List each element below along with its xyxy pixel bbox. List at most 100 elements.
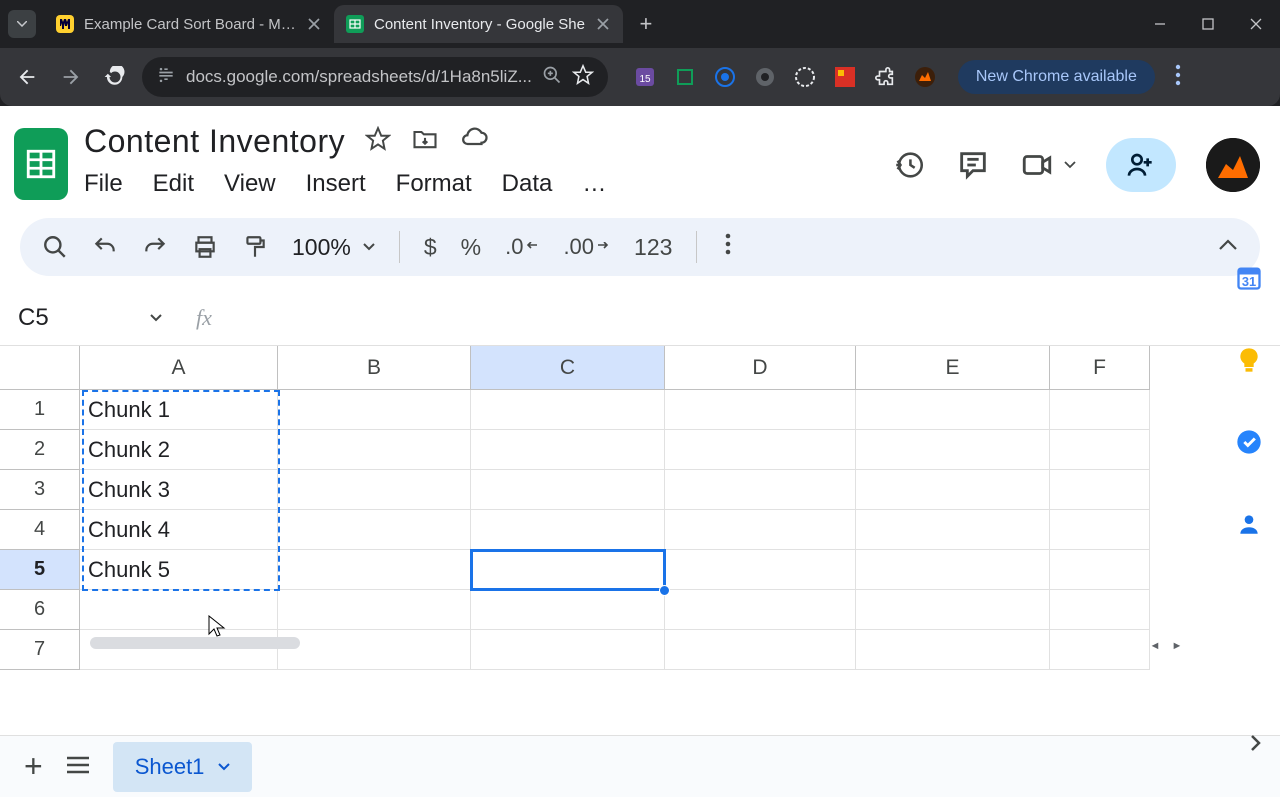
menu-edit[interactable]: Edit bbox=[153, 170, 194, 198]
cell-D4[interactable] bbox=[665, 510, 856, 550]
comments-icon[interactable] bbox=[956, 148, 990, 182]
print-icon[interactable] bbox=[192, 234, 218, 260]
cell-E3[interactable] bbox=[856, 470, 1050, 510]
cell-B2[interactable] bbox=[278, 430, 471, 470]
scroll-left-button[interactable]: ◄ bbox=[1146, 637, 1164, 655]
redo-icon[interactable] bbox=[142, 234, 168, 260]
cell-A1[interactable]: Chunk 1 bbox=[80, 390, 278, 430]
extension-icon[interactable]: 15 bbox=[632, 64, 658, 90]
menu-data[interactable]: Data bbox=[502, 170, 553, 198]
cell-A4[interactable]: Chunk 4 bbox=[80, 510, 278, 550]
forward-button[interactable] bbox=[54, 60, 88, 94]
account-avatar[interactable] bbox=[1206, 138, 1260, 192]
close-button[interactable] bbox=[1232, 3, 1280, 45]
row-header[interactable]: 6 bbox=[0, 590, 80, 630]
omnibox[interactable]: docs.google.com/spreadsheets/d/1Ha8n5liZ… bbox=[142, 57, 608, 97]
column-header-D[interactable]: D bbox=[665, 346, 856, 390]
extensions-menu-icon[interactable] bbox=[872, 64, 898, 90]
cell-B4[interactable] bbox=[278, 510, 471, 550]
cell-D6[interactable] bbox=[665, 590, 856, 630]
cell-E6[interactable] bbox=[856, 590, 1050, 630]
row-header[interactable]: 3 bbox=[0, 470, 80, 510]
cell-F4[interactable] bbox=[1050, 510, 1150, 550]
extension-icon[interactable] bbox=[712, 64, 738, 90]
cell-F5[interactable] bbox=[1050, 550, 1150, 590]
site-info-icon[interactable] bbox=[156, 65, 176, 90]
tab-close-icon[interactable] bbox=[306, 16, 322, 32]
cell-E1[interactable] bbox=[856, 390, 1050, 430]
browser-tab-miro[interactable]: Example Card Sort Board - Miro bbox=[44, 5, 334, 43]
contacts-icon[interactable] bbox=[1234, 509, 1264, 539]
bookmark-icon[interactable] bbox=[572, 64, 594, 91]
history-icon[interactable] bbox=[892, 148, 926, 182]
cell-D5[interactable] bbox=[665, 550, 856, 590]
toolbar-more-button[interactable] bbox=[725, 232, 731, 262]
share-button[interactable] bbox=[1106, 138, 1176, 192]
cell-E4[interactable] bbox=[856, 510, 1050, 550]
row-header[interactable]: 4 bbox=[0, 510, 80, 550]
cell-C6[interactable] bbox=[471, 590, 665, 630]
tasks-icon[interactable] bbox=[1234, 427, 1264, 457]
meet-button[interactable] bbox=[1020, 148, 1076, 182]
decrease-decimal-button[interactable]: .0 bbox=[505, 234, 539, 260]
cell-C1[interactable] bbox=[471, 390, 665, 430]
cell-A6[interactable] bbox=[80, 590, 278, 630]
cell-A2[interactable]: Chunk 2 bbox=[80, 430, 278, 470]
cell-E5[interactable] bbox=[856, 550, 1050, 590]
select-all-corner[interactable] bbox=[0, 346, 80, 390]
cell-B3[interactable] bbox=[278, 470, 471, 510]
horizontal-scrollbar[interactable] bbox=[90, 637, 1150, 653]
new-tab-button[interactable]: + bbox=[631, 9, 661, 39]
cell-A3[interactable]: Chunk 3 bbox=[80, 470, 278, 510]
column-header-B[interactable]: B bbox=[278, 346, 471, 390]
cell-C2[interactable] bbox=[471, 430, 665, 470]
cell-A5[interactable]: Chunk 5 bbox=[80, 550, 278, 590]
cell-F6[interactable] bbox=[1050, 590, 1150, 630]
row-header[interactable]: 7 bbox=[0, 630, 80, 670]
tab-close-icon[interactable] bbox=[595, 16, 611, 32]
cell-D1[interactable] bbox=[665, 390, 856, 430]
row-header[interactable]: 1 bbox=[0, 390, 80, 430]
menu-insert[interactable]: Insert bbox=[306, 170, 366, 198]
sheet-tab-active[interactable]: Sheet1 bbox=[113, 742, 253, 792]
cell-C3[interactable] bbox=[471, 470, 665, 510]
column-header-E[interactable]: E bbox=[856, 346, 1050, 390]
extension-icon[interactable] bbox=[912, 64, 938, 90]
extension-icon[interactable] bbox=[672, 64, 698, 90]
cell-F1[interactable] bbox=[1050, 390, 1150, 430]
column-header-F[interactable]: F bbox=[1050, 346, 1150, 390]
cell-B5[interactable] bbox=[278, 550, 471, 590]
extension-icon[interactable] bbox=[832, 64, 858, 90]
maximize-button[interactable] bbox=[1184, 3, 1232, 45]
percent-button[interactable]: % bbox=[461, 234, 481, 261]
cell-F2[interactable] bbox=[1050, 430, 1150, 470]
menu-view[interactable]: View bbox=[224, 170, 276, 198]
star-icon[interactable] bbox=[365, 126, 391, 157]
cell-D2[interactable] bbox=[665, 430, 856, 470]
currency-button[interactable]: $ bbox=[424, 234, 437, 261]
keep-icon[interactable] bbox=[1234, 345, 1264, 375]
browser-tab-sheets[interactable]: Content Inventory - Google She bbox=[334, 5, 623, 43]
all-sheets-button[interactable] bbox=[65, 751, 91, 782]
cloud-status-icon[interactable] bbox=[459, 124, 489, 159]
minimize-button[interactable] bbox=[1136, 3, 1184, 45]
row-header[interactable]: 5 bbox=[0, 550, 80, 590]
format-123-button[interactable]: 123 bbox=[634, 234, 672, 261]
menu-more[interactable]: … bbox=[582, 170, 606, 198]
sheets-logo-icon[interactable] bbox=[14, 128, 68, 200]
search-menus-icon[interactable] bbox=[42, 234, 68, 260]
zoom-icon[interactable] bbox=[542, 65, 562, 90]
back-button[interactable] bbox=[10, 60, 44, 94]
name-box[interactable]: C5 bbox=[0, 304, 180, 332]
cell-B1[interactable] bbox=[278, 390, 471, 430]
menu-format[interactable]: Format bbox=[396, 170, 472, 198]
extension-icon[interactable] bbox=[792, 64, 818, 90]
extension-icon[interactable] bbox=[752, 64, 778, 90]
column-header-C[interactable]: C bbox=[471, 346, 665, 390]
cell-D3[interactable] bbox=[665, 470, 856, 510]
move-icon[interactable] bbox=[411, 125, 439, 158]
cell-C4[interactable] bbox=[471, 510, 665, 550]
zoom-select[interactable]: 100% bbox=[292, 234, 375, 261]
cell-B6[interactable] bbox=[278, 590, 471, 630]
menu-file[interactable]: File bbox=[84, 170, 123, 198]
